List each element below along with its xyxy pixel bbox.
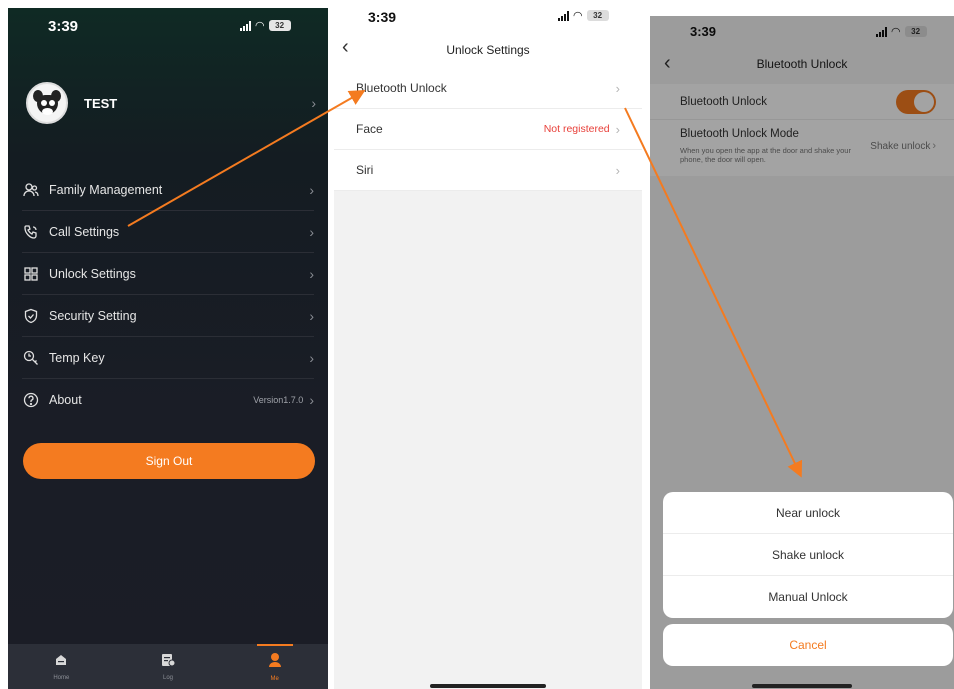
chevron-right-icon: ›: [309, 223, 314, 240]
sign-out-button[interactable]: Sign Out: [23, 443, 315, 479]
menu-item-label: Call Settings: [49, 224, 120, 239]
page-title: Unlock Settings: [446, 43, 530, 57]
menu-item-label: Family Management: [49, 182, 163, 197]
tab-home[interactable]: Home: [8, 644, 115, 689]
signal-icon: [240, 20, 251, 31]
face-status: Not registered: [543, 123, 610, 135]
status-bar: 3:39 ◠ 32: [8, 8, 328, 48]
home-indicator: [430, 684, 546, 688]
menu-item-family-management[interactable]: Family Management ›: [22, 169, 314, 211]
grid-icon: [22, 265, 40, 283]
menu-item-security-setting[interactable]: Security Setting ›: [22, 295, 314, 337]
menu-item-label: About: [49, 393, 82, 407]
menu-item-label: Unlock Settings: [49, 266, 136, 281]
unlock-settings-screen: 3:39 ◠ 32 ‹ Unlock Settings Bluetooth Un…: [334, 0, 642, 689]
option-manual-unlock[interactable]: Manual Unlock: [663, 576, 953, 618]
tab-label: Me: [270, 675, 279, 682]
log-icon: [160, 653, 176, 672]
row-label: Face: [356, 122, 383, 136]
version-text: Version1.7.0: [253, 395, 304, 405]
unlock-options-list: Bluetooth Unlock › Face Not registered ›…: [334, 68, 642, 191]
signal-icon: [558, 10, 569, 21]
cancel-button[interactable]: Cancel: [663, 624, 953, 666]
chevron-right-icon: ›: [615, 121, 620, 137]
menu-item-unlock-settings[interactable]: Unlock Settings ›: [22, 253, 314, 295]
temp-key-icon: [22, 349, 40, 367]
chevron-right-icon: ›: [615, 162, 620, 178]
row-label: Siri: [356, 163, 374, 177]
nav-header: 3:39 ◠ 32 ‹ Unlock Settings: [334, 0, 642, 68]
chevron-right-icon: ›: [309, 265, 314, 282]
row-face[interactable]: Face Not registered ›: [334, 109, 642, 150]
option-near-unlock[interactable]: Near unlock: [663, 492, 953, 534]
menu-item-call-settings[interactable]: Call Settings ›: [22, 211, 314, 253]
home-icon: [54, 653, 68, 672]
me-screen: 3:39 ◠ 32 TEST › Family Management › Cal…: [8, 8, 328, 689]
unlock-mode-sheet: Near unlock Shake unlock Manual Unlock: [663, 492, 953, 618]
chevron-right-icon: ›: [309, 307, 314, 324]
avatar: [26, 82, 68, 124]
settings-menu: Family Management › Call Settings › Unlo…: [22, 169, 314, 421]
row-bluetooth-unlock[interactable]: Bluetooth Unlock ›: [334, 68, 642, 109]
bluetooth-unlock-screen: 3:39 ◠ 32 ‹ Bluetooth Unlock Bluetooth U…: [650, 16, 954, 689]
status-icons: ◠ 32: [558, 10, 609, 21]
home-indicator: [752, 684, 852, 688]
menu-item-label: Temp Key: [49, 350, 105, 365]
chevron-right-icon: ›: [615, 80, 620, 96]
profile-row[interactable]: TEST ›: [26, 80, 316, 126]
tab-bar: Home Log Me: [8, 644, 328, 689]
chevron-right-icon: ›: [311, 95, 316, 111]
option-shake-unlock[interactable]: Shake unlock: [663, 534, 953, 576]
chevron-right-icon: ›: [309, 392, 314, 408]
menu-item-temp-key[interactable]: Temp Key ›: [22, 337, 314, 379]
shield-icon: [22, 307, 40, 325]
chevron-right-icon: ›: [309, 181, 314, 198]
menu-item-label: Security Setting: [49, 308, 137, 323]
row-label: Bluetooth Unlock: [356, 81, 447, 95]
row-siri[interactable]: Siri ›: [334, 150, 642, 191]
question-icon: [22, 391, 40, 409]
username: TEST: [84, 95, 118, 111]
status-time: 3:39: [368, 9, 397, 25]
phone-icon: [22, 223, 40, 241]
tutorial-canvas: 3:39 ◠ 32 TEST › Family Management › Cal…: [0, 0, 954, 689]
tab-log[interactable]: Log: [115, 644, 222, 689]
battery-icon: 32: [586, 10, 609, 21]
me-icon: [268, 652, 282, 673]
chevron-right-icon: ›: [309, 349, 314, 366]
battery-icon: 32: [268, 20, 291, 31]
status-time: 3:39: [48, 18, 79, 35]
tab-label: Home: [53, 674, 70, 681]
wifi-icon: ◠: [255, 19, 265, 32]
menu-item-about[interactable]: About Version1.7.0 ›: [22, 379, 314, 421]
family-icon: [22, 181, 40, 199]
wifi-icon: ◠: [573, 9, 583, 22]
tab-me[interactable]: Me: [221, 644, 328, 689]
tab-label: Log: [163, 674, 174, 681]
status-icons: ◠ 32: [240, 20, 291, 31]
